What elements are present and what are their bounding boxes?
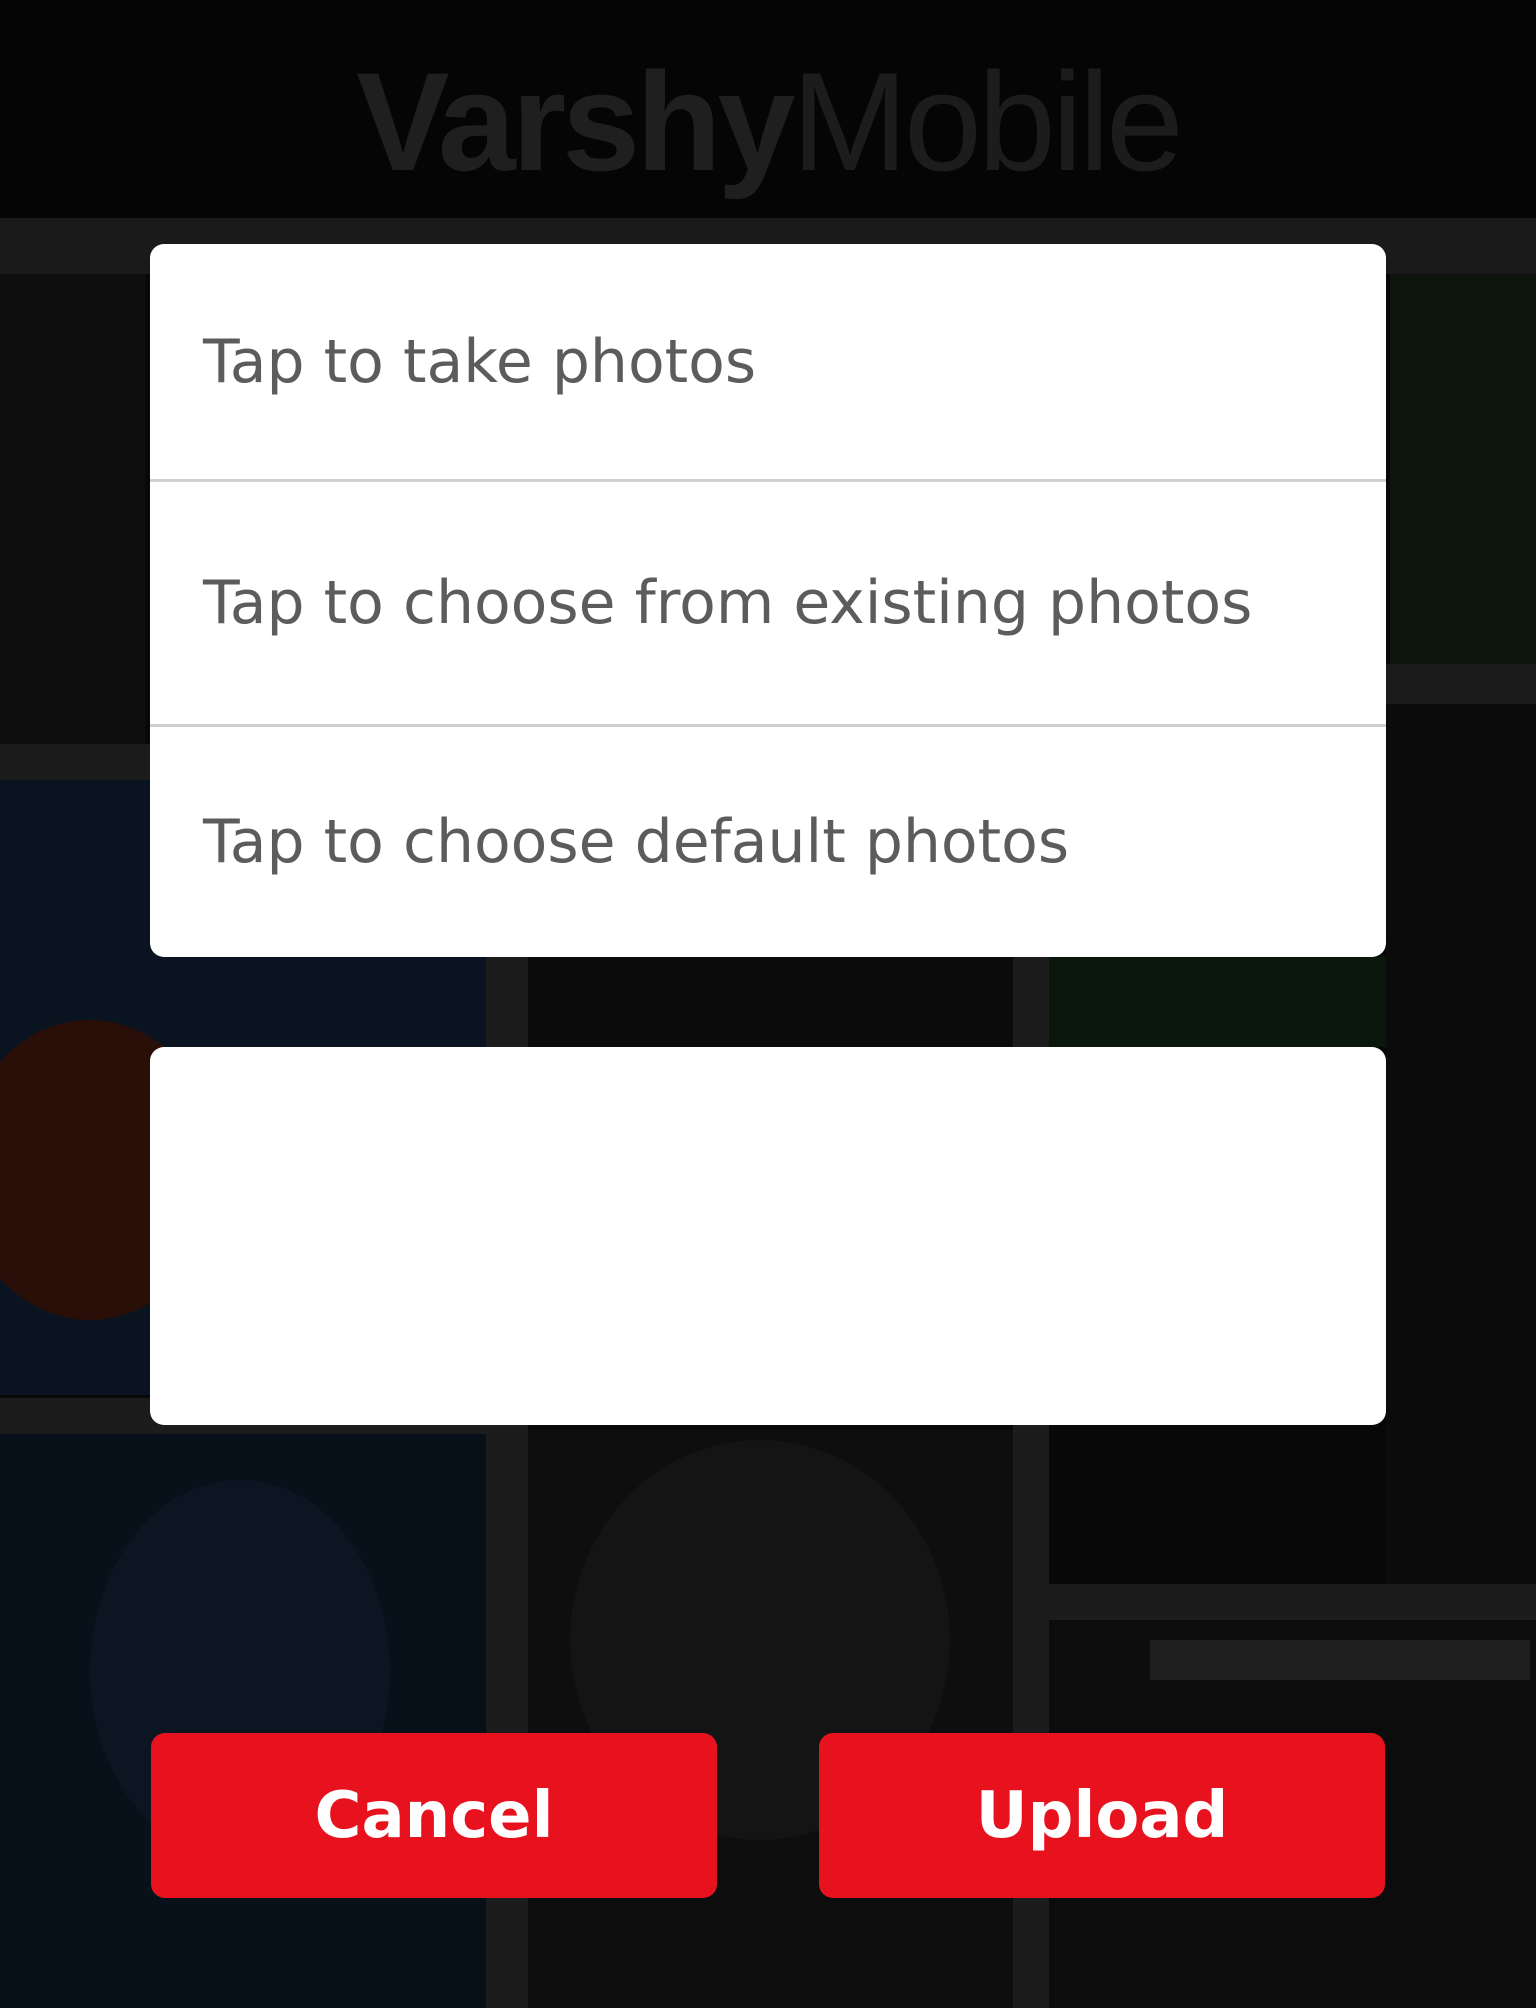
take-photo-option[interactable]: Tap to take photos xyxy=(150,244,1386,479)
grid-tile xyxy=(1390,274,1536,664)
grid-gutter xyxy=(1150,1640,1530,1680)
photo-preview-area xyxy=(150,1047,1386,1425)
grid-tile xyxy=(528,957,1013,1047)
grid-tile xyxy=(0,274,145,744)
take-photo-option-label: Tap to take photos xyxy=(203,326,757,397)
cancel-button[interactable]: Cancel xyxy=(151,1733,717,1898)
photo-source-menu: Tap to take photos Tap to choose from ex… xyxy=(150,244,1386,957)
choose-default-photo-option[interactable]: Tap to choose default photos xyxy=(150,727,1386,957)
upload-button[interactable]: Upload xyxy=(819,1733,1385,1898)
grid-gutter xyxy=(1386,664,1536,704)
choose-default-photo-option-label: Tap to choose default photos xyxy=(203,807,1070,877)
grid-gutter xyxy=(1049,1584,1536,1620)
choose-existing-photo-option-label: Tap to choose from existing photos xyxy=(203,568,1253,638)
choose-existing-photo-option[interactable]: Tap to choose from existing photos xyxy=(150,482,1386,724)
grid-gutter xyxy=(0,744,150,780)
background-header: VarshyMobile xyxy=(0,0,1536,218)
grid-tile xyxy=(1386,704,1536,1584)
varshy-mobile-logo: VarshyMobile xyxy=(356,43,1184,200)
